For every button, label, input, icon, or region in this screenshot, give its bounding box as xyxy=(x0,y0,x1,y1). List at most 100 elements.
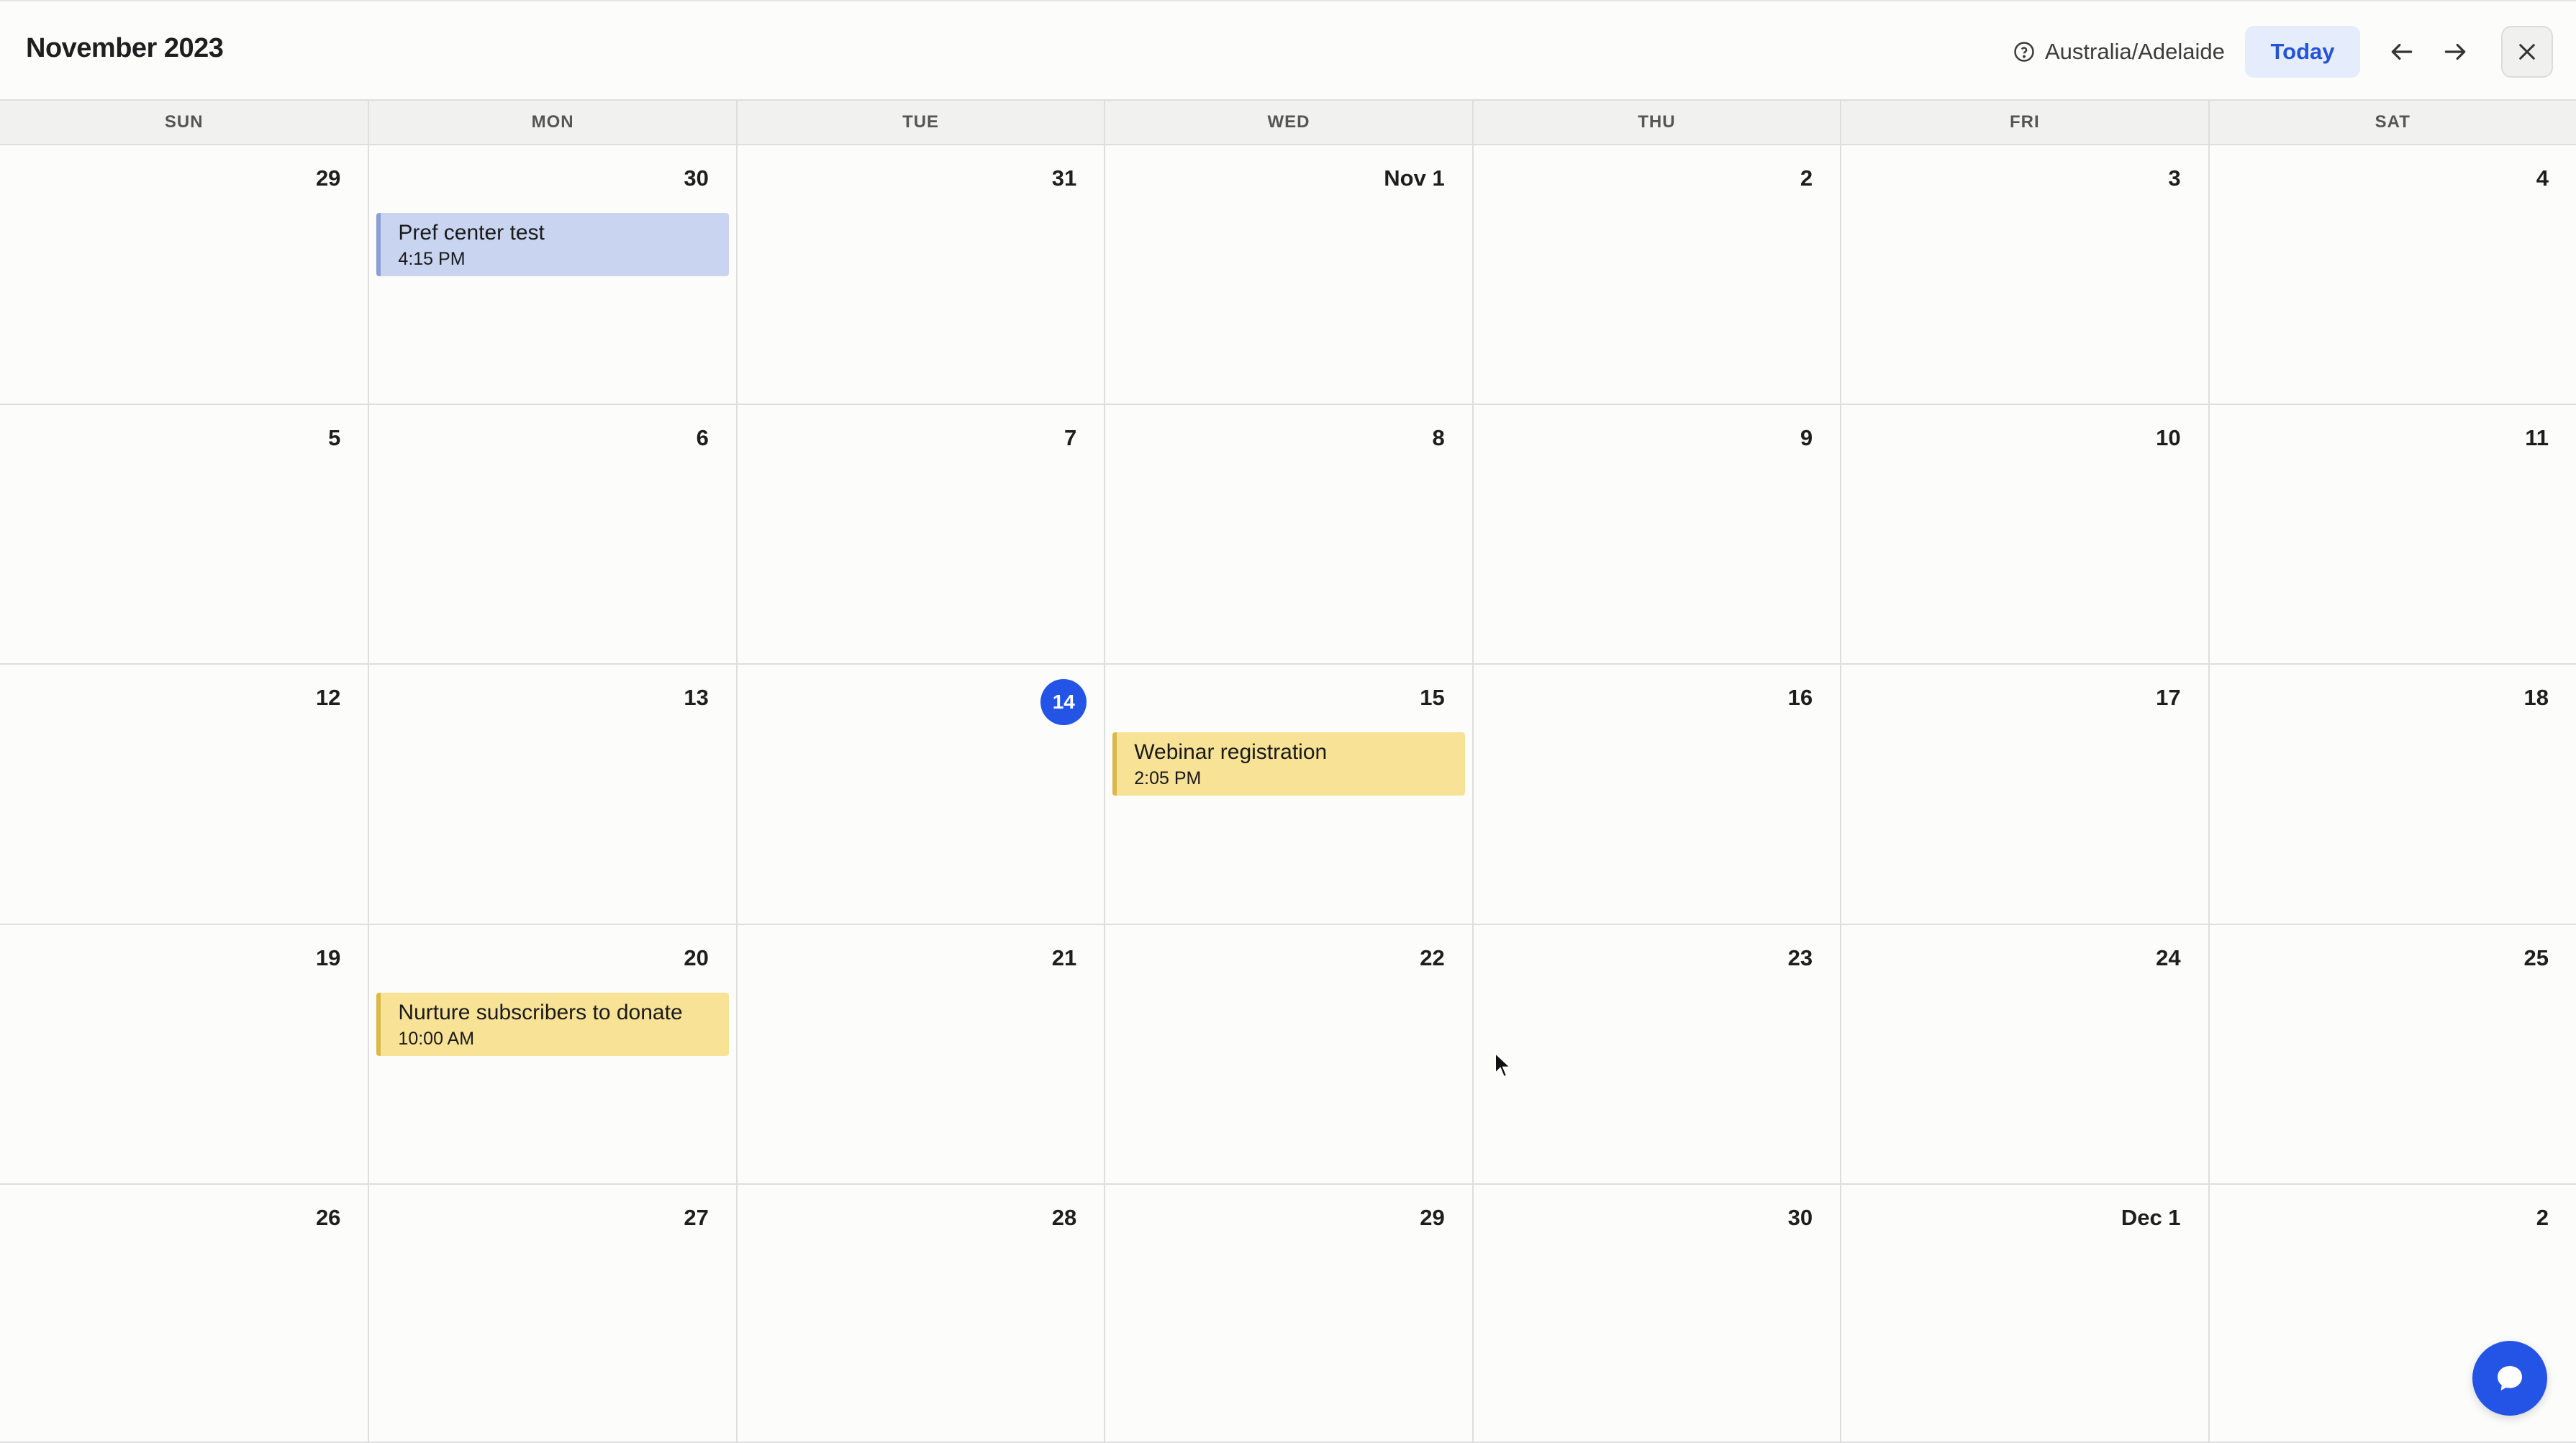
page-title: November 2023 xyxy=(26,33,224,63)
event-card[interactable]: Nurture subscribers to donate 10:00 AM xyxy=(376,993,729,1056)
day-cell[interactable]: 16 xyxy=(1471,665,1841,925)
next-month-button[interactable] xyxy=(2436,33,2474,70)
close-icon xyxy=(2519,44,2535,60)
day-cell[interactable]: 11 xyxy=(2208,405,2576,665)
day-cell[interactable]: 19 xyxy=(0,925,368,1185)
day-number: 2 xyxy=(1800,165,1813,191)
today-day-number: 14 xyxy=(1040,679,1087,725)
day-number: 3 xyxy=(2168,165,2181,191)
day-cell[interactable]: 5 xyxy=(0,405,368,665)
day-number: 24 xyxy=(2156,945,2181,970)
day-cell[interactable]: 3 xyxy=(1840,145,2208,405)
day-cell[interactable]: 15 Webinar registration 2:05 PM xyxy=(1104,665,1472,925)
day-cell[interactable]: 18 xyxy=(2208,665,2576,925)
day-number: 10 xyxy=(2156,425,2181,450)
weekday-header-row: SUN MON TUE WED THU FRI SAT xyxy=(0,99,2576,145)
day-cell[interactable]: Dec 1 xyxy=(1840,1185,2208,1443)
day-cell[interactable]: 30 Pref center test 4:15 PM xyxy=(368,145,736,405)
day-number: 21 xyxy=(1051,945,1077,970)
day-number: 4 xyxy=(2536,165,2549,191)
day-cell[interactable]: 2 xyxy=(1471,145,1841,405)
day-number: 19 xyxy=(315,945,341,970)
day-number: 5 xyxy=(328,425,341,450)
event-time: 4:15 PM xyxy=(398,249,466,269)
day-number: 7 xyxy=(1064,425,1077,450)
day-cell[interactable]: 25 xyxy=(2208,925,2576,1185)
event-card[interactable]: Webinar registration 2:05 PM xyxy=(1112,732,1465,796)
day-cell-today[interactable]: 14 xyxy=(735,665,1105,925)
day-number: 28 xyxy=(1051,1205,1077,1230)
day-cell[interactable]: 20 Nurture subscribers to donate 10:00 A… xyxy=(368,925,736,1185)
day-cell[interactable]: 10 xyxy=(1840,405,2208,665)
weekday-label: TUE xyxy=(735,101,1104,144)
month-grid: 29 30 Pref center test 4:15 PM 31 Nov 1 … xyxy=(0,145,2576,1443)
event-time: 10:00 AM xyxy=(398,1029,475,1049)
day-number: 27 xyxy=(684,1205,709,1230)
calendar-header: November 2023 Australia/Adelaide Today xyxy=(0,0,2576,99)
day-cell[interactable]: 27 xyxy=(368,1185,736,1443)
day-number: 23 xyxy=(1787,945,1813,970)
day-cell[interactable]: 22 xyxy=(1104,925,1472,1185)
day-number: 17 xyxy=(2156,685,2181,710)
day-cell[interactable]: 6 xyxy=(368,405,736,665)
day-number: 13 xyxy=(684,685,709,710)
day-number: 22 xyxy=(1420,945,1445,970)
weekday-label: FRI xyxy=(1840,101,2208,144)
day-number: 29 xyxy=(315,165,341,191)
day-number: 15 xyxy=(1420,685,1445,710)
event-time: 2:05 PM xyxy=(1134,768,1202,788)
day-cell[interactable]: 29 xyxy=(0,145,368,405)
question-circle-icon xyxy=(2014,42,2034,62)
previous-month-button[interactable] xyxy=(2383,33,2421,70)
day-number: 29 xyxy=(1420,1205,1445,1230)
day-cell[interactable]: 4 xyxy=(2208,145,2576,405)
day-number: 20 xyxy=(684,945,709,970)
day-number: 16 xyxy=(1787,685,1813,710)
arrow-left-icon xyxy=(2391,43,2413,60)
event-title: Nurture subscribers to donate xyxy=(398,1001,683,1024)
day-cell[interactable]: Nov 1 xyxy=(1104,145,1472,405)
day-cell[interactable]: 17 xyxy=(1840,665,2208,925)
day-number: 30 xyxy=(684,165,709,191)
day-cell[interactable]: 29 xyxy=(1104,1185,1472,1443)
weekday-label: WED xyxy=(1104,101,1471,144)
event-title: Pref center test xyxy=(398,221,545,245)
day-number: Nov 1 xyxy=(1384,165,1445,191)
day-cell[interactable]: 12 xyxy=(0,665,368,925)
day-cell[interactable]: 24 xyxy=(1840,925,2208,1185)
today-button[interactable]: Today xyxy=(2245,26,2360,78)
chat-bubble-icon xyxy=(2498,1366,2522,1390)
day-cell[interactable]: 23 xyxy=(1471,925,1841,1185)
day-number: 8 xyxy=(1432,425,1445,450)
arrow-right-icon xyxy=(2444,43,2466,60)
weekday-label: MON xyxy=(368,101,735,144)
day-number: 30 xyxy=(1787,1205,1813,1230)
day-cell[interactable]: 30 xyxy=(1471,1185,1841,1443)
day-number: 18 xyxy=(2523,685,2549,710)
day-number: Dec 1 xyxy=(2121,1205,2181,1230)
mouse-cursor-icon xyxy=(1495,1052,1513,1078)
day-number: 31 xyxy=(1051,165,1077,191)
day-cell[interactable]: 13 xyxy=(368,665,736,925)
weekday-label: SUN xyxy=(164,112,204,132)
day-cell[interactable]: 26 xyxy=(0,1185,368,1443)
day-cell[interactable]: 28 xyxy=(735,1185,1105,1443)
day-number: 25 xyxy=(2523,945,2549,970)
day-number: 12 xyxy=(315,685,341,710)
chat-launcher-button[interactable] xyxy=(2472,1341,2547,1416)
day-number: 26 xyxy=(315,1205,341,1230)
day-cell[interactable]: 7 xyxy=(735,405,1105,665)
day-cell[interactable]: 9 xyxy=(1471,405,1841,665)
day-cell[interactable]: 31 xyxy=(735,145,1105,405)
event-card[interactable]: Pref center test 4:15 PM xyxy=(376,213,729,276)
weekday-label: SAT xyxy=(2208,101,2576,144)
event-title: Webinar registration xyxy=(1134,740,1328,764)
close-button[interactable] xyxy=(2501,26,2553,78)
weekday-label: THU xyxy=(1471,101,1840,144)
day-number: 6 xyxy=(696,425,709,450)
day-number: 9 xyxy=(1800,425,1813,450)
day-cell[interactable]: 21 xyxy=(735,925,1105,1185)
day-cell[interactable]: 8 xyxy=(1104,405,1472,665)
day-number: 11 xyxy=(2525,425,2549,450)
timezone-selector[interactable]: Australia/Adelaide xyxy=(2013,37,2225,66)
